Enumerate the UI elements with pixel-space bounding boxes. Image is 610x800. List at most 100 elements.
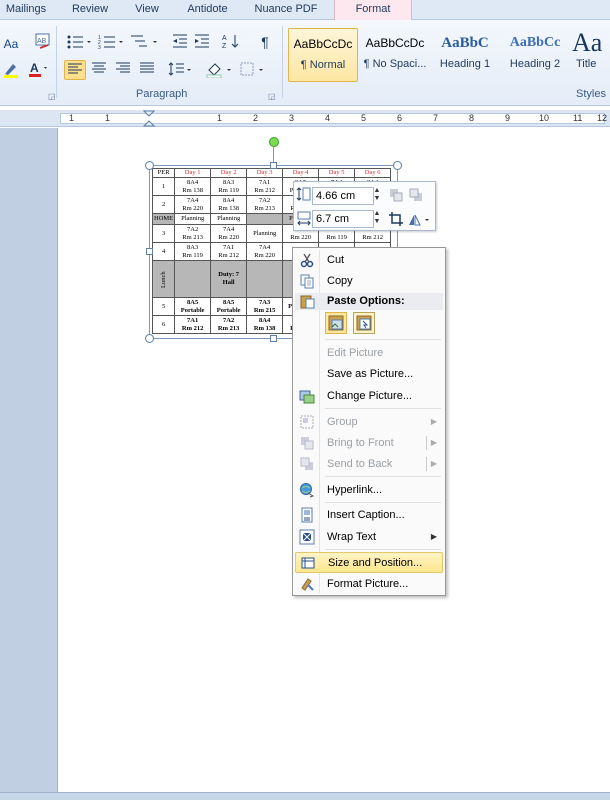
shape-width-input[interactable] [312,210,374,228]
highlight-color-button[interactable] [0,60,22,80]
style-name: Title [576,58,597,70]
bring-forward-icon[interactable] [388,187,404,203]
highlighter-icon [4,64,18,78]
paste-merge-button[interactable] [353,312,375,334]
ruler-number: 6 [397,113,403,123]
menu-item-insert-caption[interactable]: Insert Caption... [295,505,443,526]
show-formatting-button[interactable]: ¶ [254,32,276,52]
menu-item-wrap-text[interactable]: Wrap Text ▶ [295,527,443,548]
shape-height-input[interactable] [312,187,374,205]
line-spacing-button[interactable] [166,60,194,80]
table-cell: 8A4 Rm 138 [174,177,212,196]
change-case-button[interactable]: Aa [0,34,22,54]
style-normal[interactable]: AaBbCcDc ¶ Normal [288,28,358,82]
table-header-cell: Day 1 [174,168,212,178]
clear-formatting-icon: AB [35,33,50,49]
style-title[interactable]: Aa Title [572,28,610,82]
menu-item-bring-to-front[interactable]: Bring to Front ▶ [295,433,443,454]
height-spinner[interactable]: ▲ ▼ [372,187,382,203]
svg-text:AB: AB [37,38,47,45]
resize-handle-top-right[interactable] [393,161,402,170]
width-spinner[interactable]: ▲ ▼ [372,210,382,226]
menu-item-copy[interactable]: Copy [295,271,443,292]
clear-formatting-button[interactable]: AB [34,32,52,52]
align-left-button[interactable] [64,60,86,80]
table-cell: Planning [246,224,284,243]
tab-view[interactable]: View [122,0,172,20]
borders-icon [240,62,263,76]
decrease-indent-button[interactable] [170,32,190,52]
table-cell [246,260,284,298]
bullets-button[interactable] [64,32,94,52]
resize-handle-bottom-left[interactable] [145,334,154,343]
menu-item-label: Save as Picture... [327,368,414,380]
resize-handle-top[interactable] [270,162,277,169]
resize-handle-bottom[interactable] [270,335,277,342]
style-heading-2[interactable]: AaBbCc Heading 2 [500,28,570,82]
tab-nuance-pdf[interactable]: Nuance PDF [246,0,326,20]
menu-item-cut[interactable]: Cut [295,250,443,271]
resize-handle-top-left[interactable] [145,161,154,170]
line-spacing-icon [168,62,191,76]
rotate-handle[interactable] [269,137,279,147]
tab-antidote[interactable]: Antidote [175,0,240,20]
align-right-button[interactable] [112,60,134,80]
indent-marker-icon[interactable] [143,110,155,127]
menu-item-label: Hyperlink... [327,484,383,496]
shading-button[interactable] [204,60,234,80]
align-left-icon [68,63,82,74]
menu-item-size-and-position[interactable]: Size and Position... [295,552,443,573]
menu-item-format-picture[interactable]: Format Picture... [295,574,443,595]
menu-item-label: Edit Picture [327,347,384,359]
increase-indent-button[interactable] [192,32,212,52]
horizontal-ruler[interactable]: 1 1 1 2 3 4 5 6 7 8 9 10 11 12 [0,110,610,127]
sort-button[interactable]: AZ [220,32,244,52]
paste-keep-formatting-button[interactable] [325,312,347,334]
menu-item-send-to-back[interactable]: Send to Back ▶ [295,454,443,475]
resize-handle-left[interactable] [146,248,153,255]
menu-separator [325,408,441,409]
menu-item-label: Wrap Text [327,531,377,543]
style-no-spacing[interactable]: AaBbCcDc ¶ No Spaci... [360,28,430,82]
tab-review[interactable]: Review [60,0,120,20]
table-cell: 8A4 Rm 138 [210,195,248,214]
menu-item-label: Insert Caption... [327,509,405,521]
tab-mailings[interactable]: Mailings [0,0,52,20]
menu-item-label: Size and Position... [328,557,423,569]
table-cell: Planning [210,213,248,225]
multilevel-list-button[interactable] [128,32,160,52]
justify-button[interactable] [136,60,158,80]
submenu-arrow-icon[interactable]: ▶ [431,438,437,447]
paragraph-dialog-launcher[interactable]: ◲ [268,92,276,101]
copy-icon [300,274,314,289]
numbering-button[interactable]: 123 [96,32,126,52]
font-dialog-launcher[interactable]: ◲ [48,92,56,101]
send-backward-icon[interactable] [408,187,424,203]
borders-button[interactable] [238,60,268,80]
style-heading-1[interactable]: AaBbC Heading 1 [430,28,500,82]
menu-item-save-as-picture[interactable]: Save as Picture... [295,364,443,385]
menu-item-change-picture[interactable]: Change Picture... [295,386,443,407]
menu-item-group[interactable]: Group ▶ [295,412,443,433]
menu-separator [325,476,441,477]
menu-item-edit-picture[interactable]: Edit Picture [295,343,443,364]
shape-width-icon [297,211,311,226]
table-header-cell: Day 6 [354,168,392,178]
menu-item-hyperlink[interactable]: Hyperlink... [295,480,443,501]
tab-format[interactable]: Format [334,0,412,20]
split-divider [426,457,427,471]
table-cell: 8A3 Rm 119 [210,177,248,196]
align-center-button[interactable] [88,60,110,80]
table-cell: 7A2 Rm 213 [246,195,284,214]
rotate-icon[interactable] [407,211,431,227]
table-cell: 6 [151,315,176,334]
crop-icon[interactable] [388,211,404,227]
ruler-number: 1 [105,113,111,123]
submenu-arrow-icon[interactable]: ▶ [431,459,437,468]
menu-item-label: Bring to Front [327,437,394,449]
paragraph-group-label: Paragraph [136,88,188,100]
style-name: Heading 1 [439,58,491,70]
ruler-number: 7 [433,113,439,123]
font-color-button[interactable]: A [26,60,52,80]
table-cell: 7A1 Rm 212 [246,177,284,196]
